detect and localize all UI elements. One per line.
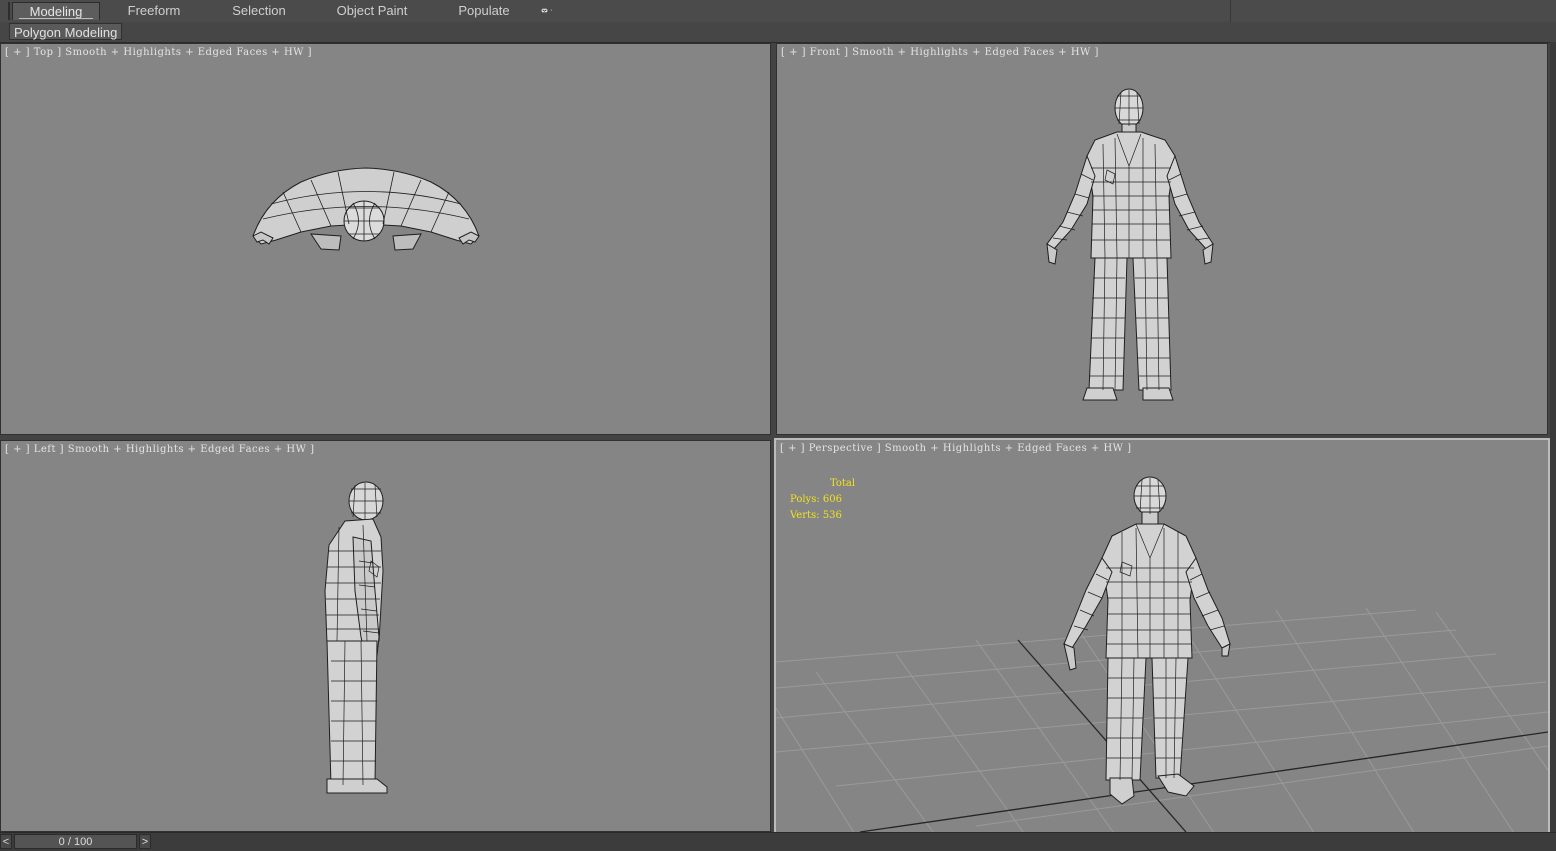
stats-verts-label: Verts: xyxy=(790,510,820,521)
tab-object-paint[interactable]: Object Paint xyxy=(330,2,414,20)
viewport-top[interactable]: [ + ] Top ] Smooth + Highlights + Edged … xyxy=(0,43,771,435)
stats-polys-value: 606 xyxy=(822,494,842,505)
ribbon-display-toggle-icon[interactable] xyxy=(541,6,555,15)
viewport-label-perspective[interactable]: [ + ] Perspective ] Smooth + Highlights … xyxy=(780,443,1132,454)
stats-header: Total xyxy=(830,478,856,489)
time-slider-next-button[interactable]: > xyxy=(139,834,151,849)
viewport-perspective[interactable]: [ + ] Perspective ] Smooth + Highlights … xyxy=(774,438,1550,834)
polygon-modeling-panel-button[interactable]: Polygon Modeling xyxy=(9,23,123,40)
viewport-label-front[interactable]: [ + ] Front ] Smooth + Highlights + Edge… xyxy=(781,47,1099,58)
tab-selection[interactable]: Selection xyxy=(218,2,300,20)
perspective-view-scene xyxy=(776,476,1548,832)
viewport-left[interactable]: [ + ] Left ] Smooth + Highlights + Edged… xyxy=(0,440,771,832)
time-slider-bar: < 0 / 100 > xyxy=(0,832,1556,851)
ribbon-tab-bar: Modeling Freeform Selection Object Paint… xyxy=(0,0,1556,23)
command-panel-edge xyxy=(1550,42,1556,850)
top-view-model xyxy=(252,167,480,251)
time-slider-prev-button[interactable]: < xyxy=(0,834,12,849)
viewport-front[interactable]: [ + ] Front ] Smooth + Highlights + Edge… xyxy=(776,43,1548,435)
ribbon-panel-bar: Polygon Modeling xyxy=(0,22,1556,43)
scene-statistics: Total Polys: 606 Verts: 536 xyxy=(790,476,855,524)
ribbon-separator xyxy=(1230,0,1231,22)
stats-verts-row: Verts: 536 xyxy=(790,508,855,524)
stats-verts-value: 536 xyxy=(822,510,842,521)
time-slider[interactable]: 0 / 100 xyxy=(14,834,137,849)
stats-polys-row: Polys: 606 xyxy=(790,492,855,508)
viewport-label-top[interactable]: [ + ] Top ] Smooth + Highlights + Edged … xyxy=(5,47,312,58)
tab-populate[interactable]: Populate xyxy=(448,2,520,20)
front-view-model xyxy=(1046,88,1214,401)
left-view-model xyxy=(324,481,388,794)
tab-modeling[interactable]: Modeling xyxy=(12,2,100,20)
viewport-label-left[interactable]: [ + ] Left ] Smooth + Highlights + Edged… xyxy=(5,444,315,455)
stats-polys-label: Polys: xyxy=(790,494,820,505)
ribbon-grip[interactable] xyxy=(8,2,10,20)
tab-freeform[interactable]: Freeform xyxy=(112,2,196,20)
